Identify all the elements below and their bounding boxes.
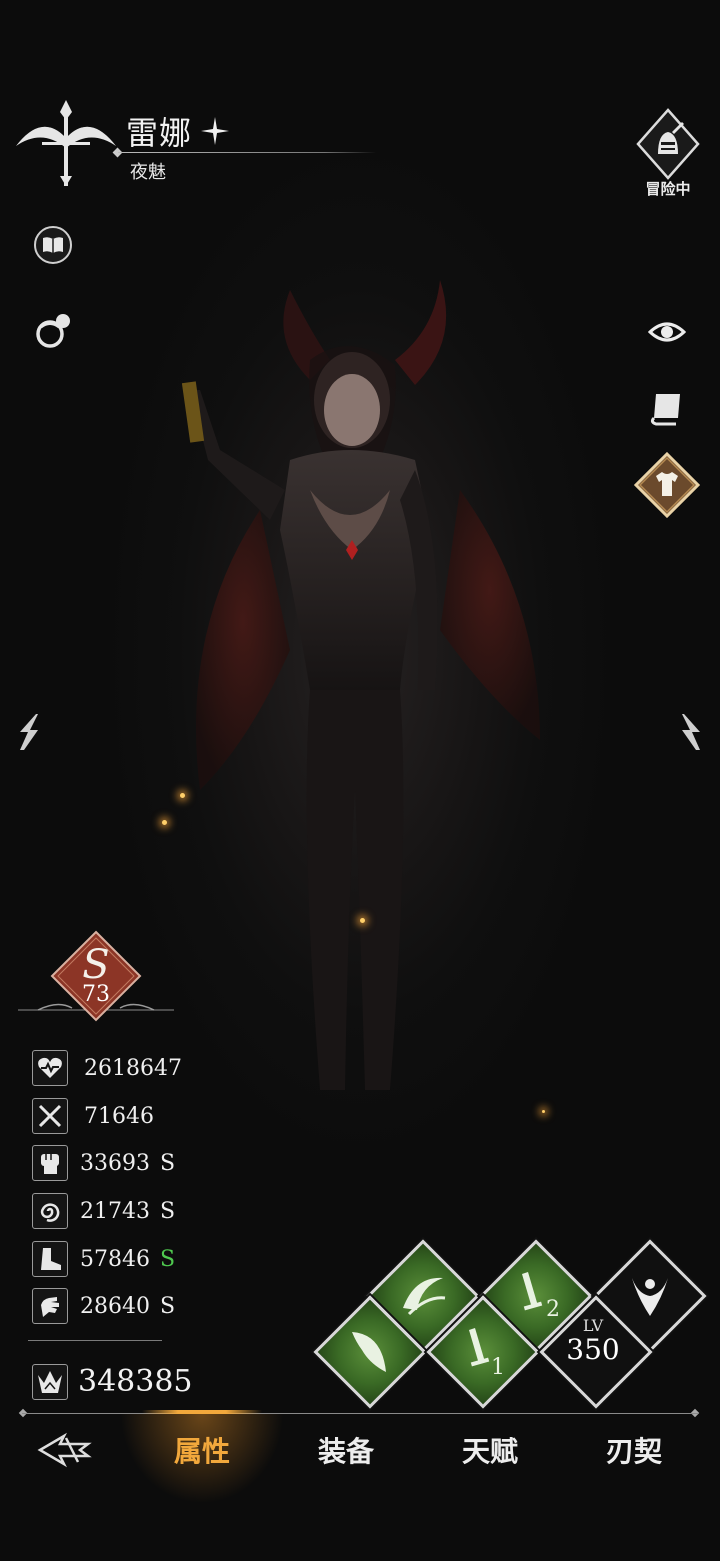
stat-value: 57846: [80, 1246, 150, 1272]
stat-value: 21743: [80, 1198, 150, 1224]
stats-divider: [28, 1340, 162, 1341]
swirl-icon: [32, 1193, 68, 1229]
previous-hero-arrow-icon[interactable]: [14, 712, 40, 752]
sword-icon: 2: [522, 1272, 560, 1322]
adventure-status-button[interactable]: [636, 108, 700, 182]
fist-icon: [32, 1145, 68, 1181]
heart-icon: [32, 1050, 68, 1086]
hero-name: 雷娜: [126, 114, 193, 152]
wave-slash-icon: [403, 1277, 446, 1316]
combat-power-value: 348385: [78, 1364, 193, 1399]
hero-detail-screen: 雷娜 夜魅 冒险中 S 73 2618647 71646 33693 S 217…: [0, 0, 720, 1561]
codex-button[interactable]: [34, 226, 72, 264]
crossed-swords-icon: [32, 1098, 68, 1134]
hand-icon: [32, 1288, 68, 1324]
horned-crest-icon: [632, 1278, 668, 1316]
scroll-icon[interactable]: [646, 386, 688, 428]
hero-title: 夜魅: [130, 162, 166, 183]
sword-icon: 1: [469, 1328, 505, 1380]
level-value: 350: [566, 1333, 620, 1366]
stat-grade: S: [160, 1150, 176, 1176]
stat-value: 28640: [80, 1293, 150, 1319]
next-hero-arrow-icon[interactable]: [680, 712, 706, 752]
star-rank-icon: [201, 117, 229, 145]
stat-grade: S: [160, 1293, 176, 1319]
grade-badge: S: [18, 930, 174, 1022]
ember-particle: [180, 793, 185, 798]
grade-number: 73: [82, 982, 110, 1007]
stat-value: 71646: [84, 1103, 154, 1129]
stat-row-agility: 57846 S: [32, 1241, 175, 1277]
skill-number: 2: [546, 1297, 560, 1322]
stat-value: 33693: [80, 1150, 150, 1176]
tab-talent[interactable]: 天赋: [435, 1430, 545, 1470]
book-icon: [43, 237, 63, 253]
stat-grade: S: [160, 1198, 176, 1224]
tab-blade-pact[interactable]: 刃契: [579, 1430, 689, 1470]
stat-row-spirit: 28640 S: [32, 1288, 175, 1324]
hero-character-model: [181, 280, 540, 1090]
crown-icon: [32, 1364, 68, 1400]
active-tab-indicator: [142, 1410, 262, 1414]
ember-particle: [542, 1110, 545, 1113]
skill-number: 1: [491, 1355, 505, 1380]
stat-row-intellect: 21743 S: [32, 1193, 175, 1229]
tab-attributes[interactable]: 属性: [147, 1430, 257, 1470]
stat-row-strength: 33693 S: [32, 1145, 175, 1181]
eye-icon[interactable]: [648, 318, 686, 346]
boot-icon: [32, 1241, 68, 1277]
tab-equipment[interactable]: 装备: [291, 1430, 401, 1470]
outfit-button[interactable]: [634, 452, 700, 518]
crossbow-class-icon: [16, 100, 116, 186]
stat-grade: S: [160, 1246, 176, 1272]
feather-icon: [352, 1332, 386, 1372]
ember-particle: [360, 918, 365, 923]
pacifier-bond-icon[interactable]: [32, 310, 74, 352]
adventure-status-label: 冒险中: [645, 180, 691, 198]
stat-row-hp: 2618647: [32, 1050, 182, 1086]
stat-row-attack: 71646: [32, 1098, 154, 1134]
ember-particle: [162, 820, 167, 825]
stat-value: 2618647: [84, 1055, 182, 1081]
name-divider: [118, 152, 376, 153]
back-button[interactable]: [36, 1430, 92, 1470]
